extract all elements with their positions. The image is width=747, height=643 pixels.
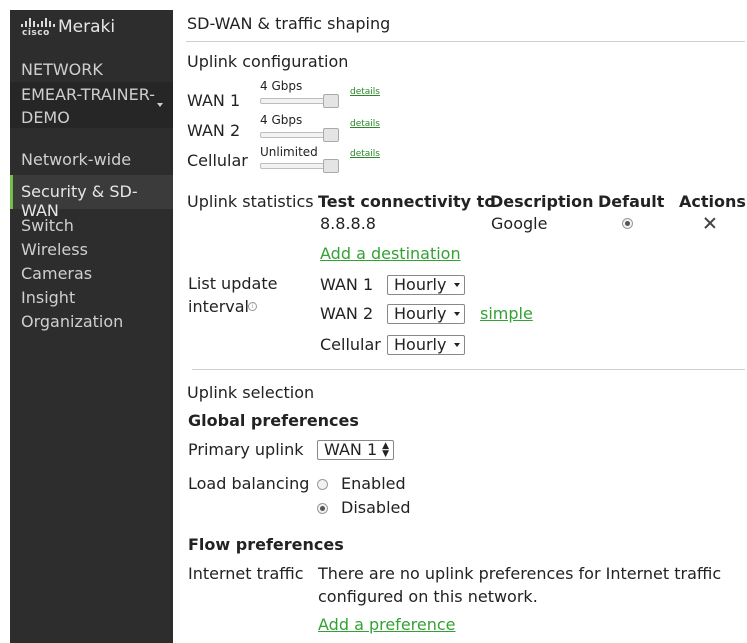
destination-target: 8.8.8.8: [320, 214, 376, 233]
add-destination-link[interactable]: Add a destination: [320, 244, 461, 263]
network-label: NETWORK: [21, 60, 103, 79]
simple-link[interactable]: simple: [480, 304, 533, 323]
slider-handle[interactable]: [323, 94, 339, 108]
details-link-cellular[interactable]: details: [350, 149, 380, 159]
column-header-test: Test connectivity to: [318, 192, 496, 211]
chevron-down-icon: [454, 343, 461, 347]
interval-name-wan1: WAN 1: [320, 275, 374, 294]
internet-traffic-label: Internet traffic: [188, 564, 304, 583]
brand-name: Meraki: [58, 17, 116, 37]
list-update-label: List update: [188, 274, 278, 293]
info-icon[interactable]: i: [248, 302, 257, 311]
uplink-name-cellular: Cellular: [187, 151, 248, 170]
interval-name-cellular: Cellular: [320, 335, 381, 354]
interval-select-cellular[interactable]: Hourly: [387, 335, 466, 355]
chevron-down-icon: [454, 312, 461, 316]
uplink-config-heading: Uplink configuration: [187, 52, 349, 71]
slider-handle[interactable]: [323, 159, 339, 173]
list-update-label-2: interval: [188, 297, 249, 316]
uplink-bandwidth-cellular: Unlimited: [260, 145, 318, 159]
column-header-actions: Actions: [679, 192, 746, 211]
sidebar-item-switch[interactable]: Switch: [21, 216, 74, 235]
uplink-name-wan1: WAN 1: [187, 91, 241, 110]
uplink-selection-heading: Uplink selection: [187, 383, 315, 402]
chevron-down-icon[interactable]: [157, 103, 163, 107]
uplink-bandwidth-wan2: 4 Gbps: [260, 113, 303, 127]
sidebar-item-insight[interactable]: Insight: [21, 288, 75, 307]
destination-description: Google: [491, 214, 548, 233]
details-link-wan2[interactable]: details: [350, 119, 380, 129]
cisco-logo-icon: cisco: [21, 16, 55, 38]
load-balancing-disabled-label[interactable]: Disabled: [341, 498, 411, 517]
chevron-down-icon: [454, 283, 461, 287]
global-preferences-heading: Global preferences: [188, 411, 359, 430]
bandwidth-slider-cellular[interactable]: [260, 159, 340, 173]
details-link-wan1[interactable]: details: [350, 87, 380, 97]
primary-uplink-select[interactable]: WAN 1 ▲ ▼: [317, 440, 395, 460]
sidebar-item-wireless[interactable]: Wireless: [21, 240, 88, 259]
network-name[interactable]: EMEAR-TRAINER-DEMO: [21, 83, 161, 129]
bandwidth-slider-wan2[interactable]: [260, 128, 340, 142]
brand[interactable]: cisco Meraki: [21, 16, 115, 38]
uplink-name-wan2: WAN 2: [187, 121, 241, 140]
sidebar-item-organization[interactable]: Organization: [21, 312, 123, 331]
load-balancing-label: Load balancing: [188, 474, 310, 493]
column-header-description: Description: [490, 192, 594, 211]
load-balancing-enabled-label[interactable]: Enabled: [341, 474, 406, 493]
interval-select-wan1[interactable]: Hourly: [387, 275, 466, 295]
slider-handle[interactable]: [323, 128, 339, 142]
sidebar-item-security-sdwan[interactable]: Security & SD-WAN: [21, 182, 173, 220]
interval-name-wan2: WAN 2: [320, 304, 374, 323]
flow-preferences-heading: Flow preferences: [188, 535, 344, 554]
sidebar: cisco Meraki NETWORK EMEAR-TRAINER-DEMO …: [10, 10, 173, 643]
default-destination-radio[interactable]: [622, 218, 633, 229]
load-balancing-enabled-radio[interactable]: [317, 479, 328, 490]
sidebar-item-network-wide[interactable]: Network-wide: [21, 150, 131, 169]
add-preference-link[interactable]: Add a preference: [318, 615, 456, 634]
internet-traffic-message-2: configured on this network.: [318, 587, 538, 606]
column-header-default: Default: [598, 192, 665, 211]
load-balancing-disabled-radio[interactable]: [317, 503, 328, 514]
sidebar-item-cameras[interactable]: Cameras: [21, 264, 92, 283]
title-divider: [186, 41, 745, 42]
bandwidth-slider-wan1[interactable]: [260, 94, 340, 108]
close-icon[interactable]: [704, 217, 716, 229]
uplink-stats-label: Uplink statistics: [187, 192, 314, 211]
section-divider: [192, 369, 745, 370]
primary-uplink-label: Primary uplink: [188, 440, 304, 459]
updown-arrows-icon: ▲ ▼: [382, 441, 390, 459]
uplink-bandwidth-wan1: 4 Gbps: [260, 79, 303, 93]
interval-select-wan2[interactable]: Hourly: [387, 304, 466, 324]
page-title: SD-WAN & traffic shaping: [187, 14, 391, 33]
internet-traffic-message-1: There are no uplink preferences for Inte…: [318, 564, 722, 583]
